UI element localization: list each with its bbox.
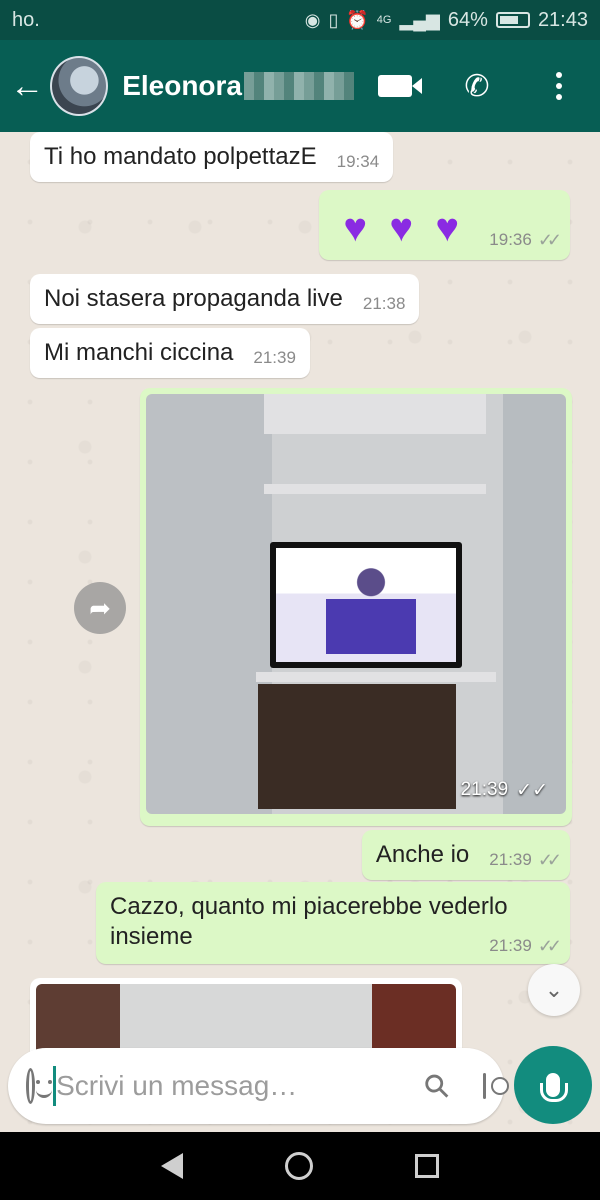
message-input[interactable] [53, 1066, 418, 1106]
camera-icon[interactable] [482, 1073, 511, 1099]
battery-percent: 64% [447, 8, 488, 31]
message-text: Anche io [375, 841, 470, 868]
message-composer: ⚲ [8, 1048, 511, 1124]
cabinet [258, 684, 456, 809]
double-chevron-down-icon: ⌄ [544, 977, 564, 1002]
status-icons: ◉ ▯ ⏰ 4G ▂▄▆ 64% 21:43 [305, 9, 588, 32]
back-arrow-icon[interactable]: ← [4, 40, 50, 132]
message-bubble[interactable]: ♥ ♥ ♥ 19:36 ✓✓ [319, 190, 570, 260]
message-bubble[interactable]: Cazzo, quanto mi piacerebbe vederlo insi… [96, 882, 570, 964]
shelf [264, 394, 486, 434]
avatar[interactable] [50, 56, 109, 116]
message-time: 21:39 [253, 348, 296, 367]
message-time: 21:38 [362, 294, 406, 313]
message-text: Cazzo, quanto mi piacerebbe vederlo insi… [110, 893, 508, 950]
read-receipt-icon: ✓✓ [537, 850, 562, 870]
photo-tv-on-shelf[interactable]: 21:39 ✓✓ [146, 394, 566, 814]
scroll-to-bottom-button[interactable]: ⌄ [528, 964, 580, 1016]
message-bubble[interactable]: Mi manchi ciccina 21:39 [30, 328, 310, 378]
tv-presenter [326, 562, 416, 654]
purple-heart-icon: ♥ [389, 205, 414, 250]
purple-heart-icon: ♥ [343, 205, 368, 250]
system-navigation-bar [0, 1132, 600, 1200]
battery-icon [495, 12, 530, 28]
read-receipt-icon: ✓✓ [537, 936, 562, 956]
microphone-icon [540, 1073, 568, 1102]
hotspot-icon: ◉ [304, 9, 321, 30]
chat-area[interactable]: Ti ho mandato polpettazE 19:34 ♥ ♥ ♥ 19:… [0, 132, 600, 1132]
message-text: Ti ho mandato polpettazE [44, 143, 317, 170]
forward-button[interactable]: ➦ [74, 582, 126, 634]
voice-call-button[interactable]: ✆ [436, 40, 518, 132]
chat-header: ← Eleonora ✆ [0, 40, 600, 132]
contact-name-text: Eleonora [122, 70, 242, 101]
nav-home-icon[interactable] [285, 1152, 313, 1180]
attachment-paperclip-icon[interactable]: ⚲ [415, 1064, 458, 1107]
shelf [256, 672, 496, 682]
phone-icon: ✆ [464, 69, 490, 103]
message-text: Noi stasera propaganda live [44, 285, 343, 312]
shelf [264, 484, 486, 494]
message-time: 19:34 [336, 152, 380, 171]
television [270, 542, 462, 668]
voice-message-button[interactable] [514, 1046, 592, 1124]
image-time: 21:39 ✓✓ [460, 779, 548, 801]
image-message[interactable]: 21:39 ✓✓ [140, 388, 572, 826]
clock: 21:43 [537, 8, 588, 31]
read-receipt-icon: ✓✓ [537, 230, 562, 250]
contact-name[interactable]: Eleonora [122, 70, 354, 102]
message-bubble[interactable]: Ti ho mandato polpettazE 19:34 [30, 132, 394, 182]
more-options-button[interactable] [518, 40, 600, 132]
status-bar: ho. ◉ ▯ ⏰ 4G ▂▄▆ 64% 21:43 [0, 0, 600, 40]
signal-icon: ▂▄▆ [399, 9, 440, 30]
video-call-button[interactable] [354, 40, 436, 132]
forward-arrow-icon: ➦ [89, 592, 111, 623]
nav-recents-icon[interactable] [415, 1154, 439, 1178]
purple-heart-icon: ♥ [435, 205, 460, 250]
message-time: 21:39 ✓✓ [489, 936, 562, 956]
message-time: 21:39 ✓✓ [489, 850, 562, 870]
emoji-icon[interactable] [26, 1068, 53, 1104]
header-actions: ✆ [354, 40, 600, 132]
carrier-label: ho. [12, 8, 40, 31]
vibrate-icon: ▯ [328, 9, 339, 30]
message-bubble[interactable]: Noi stasera propaganda live 21:38 [30, 274, 420, 324]
message-bubble[interactable]: Anche io 21:39 ✓✓ [361, 830, 570, 880]
alarm-icon: ⏰ [346, 9, 369, 30]
purple-hearts: ♥ ♥ ♥ [333, 206, 469, 250]
redacted-surname [244, 72, 354, 100]
message-text: Mi manchi ciccina [44, 339, 234, 366]
read-receipt-icon: ✓✓ [516, 780, 548, 801]
network-type: 4G [376, 14, 392, 26]
message-time: 19:36 ✓✓ [489, 230, 562, 250]
tv-screen [276, 548, 456, 662]
video-call-icon [378, 75, 422, 97]
nav-back-icon[interactable] [161, 1153, 183, 1179]
more-options-icon [556, 72, 562, 100]
